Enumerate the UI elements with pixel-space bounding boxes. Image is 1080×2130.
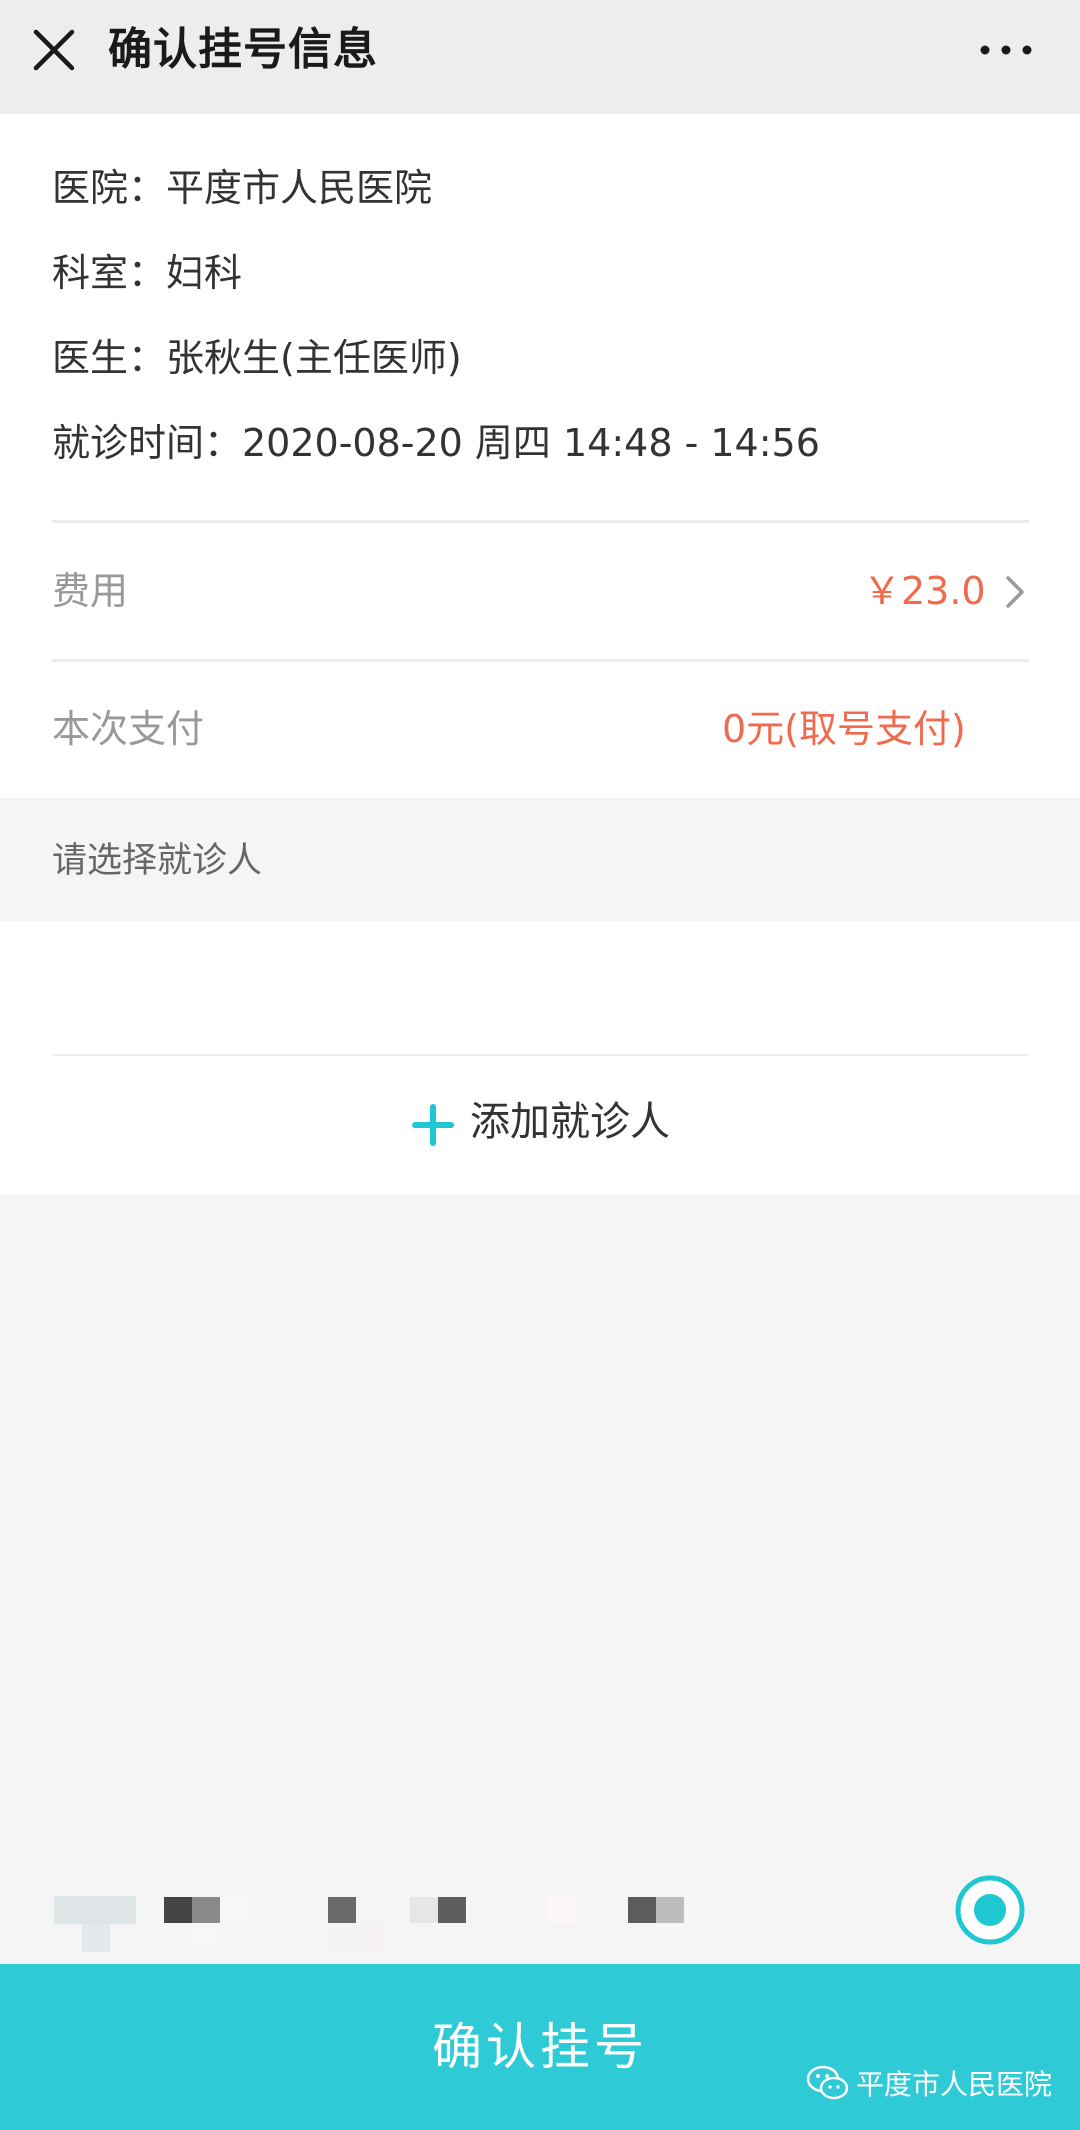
select-patient-heading: 请选择就诊人 bbox=[52, 841, 263, 881]
more-dots-icon[interactable] bbox=[978, 22, 1034, 78]
hospital-text: 医院：平度市人民医院 bbox=[52, 166, 433, 210]
divider bbox=[52, 659, 1029, 662]
confirm-registration-button[interactable]: 确认挂号 bbox=[0, 1964, 1080, 2130]
top-bar: 确认挂号信息 bbox=[0, 0, 1080, 114]
fee-label: 费用 bbox=[52, 569, 129, 613]
chevron-right-icon bbox=[1006, 576, 1024, 608]
fee-value: ￥23.0 bbox=[863, 569, 986, 613]
add-patient-label: 添加就诊人 bbox=[470, 1099, 670, 1145]
watermark: 平度市人民医院 bbox=[806, 2062, 1052, 2104]
page-title: 确认挂号信息 bbox=[108, 24, 378, 75]
watermark-text: 平度市人民医院 bbox=[856, 2068, 1053, 2101]
wechat-icon bbox=[806, 2065, 849, 2100]
doctor-text: 医生：张秋生(主任医师) bbox=[52, 336, 462, 380]
visit-time-text: 就诊时间：2020-08-20 周四 14:48 - 14:56 bbox=[52, 421, 820, 465]
department-text: 科室：妇科 bbox=[52, 251, 243, 295]
payment-label: 本次支付 bbox=[52, 707, 205, 751]
payment-value: 0元(取号支付) bbox=[722, 707, 966, 751]
radio-selected-icon[interactable] bbox=[954, 1874, 1026, 1946]
plus-icon bbox=[412, 1104, 454, 1146]
close-icon[interactable] bbox=[26, 22, 82, 78]
confirm-button-label: 确认挂号 bbox=[432, 2018, 648, 2076]
patient-list-item[interactable] bbox=[0, 921, 1080, 1952]
